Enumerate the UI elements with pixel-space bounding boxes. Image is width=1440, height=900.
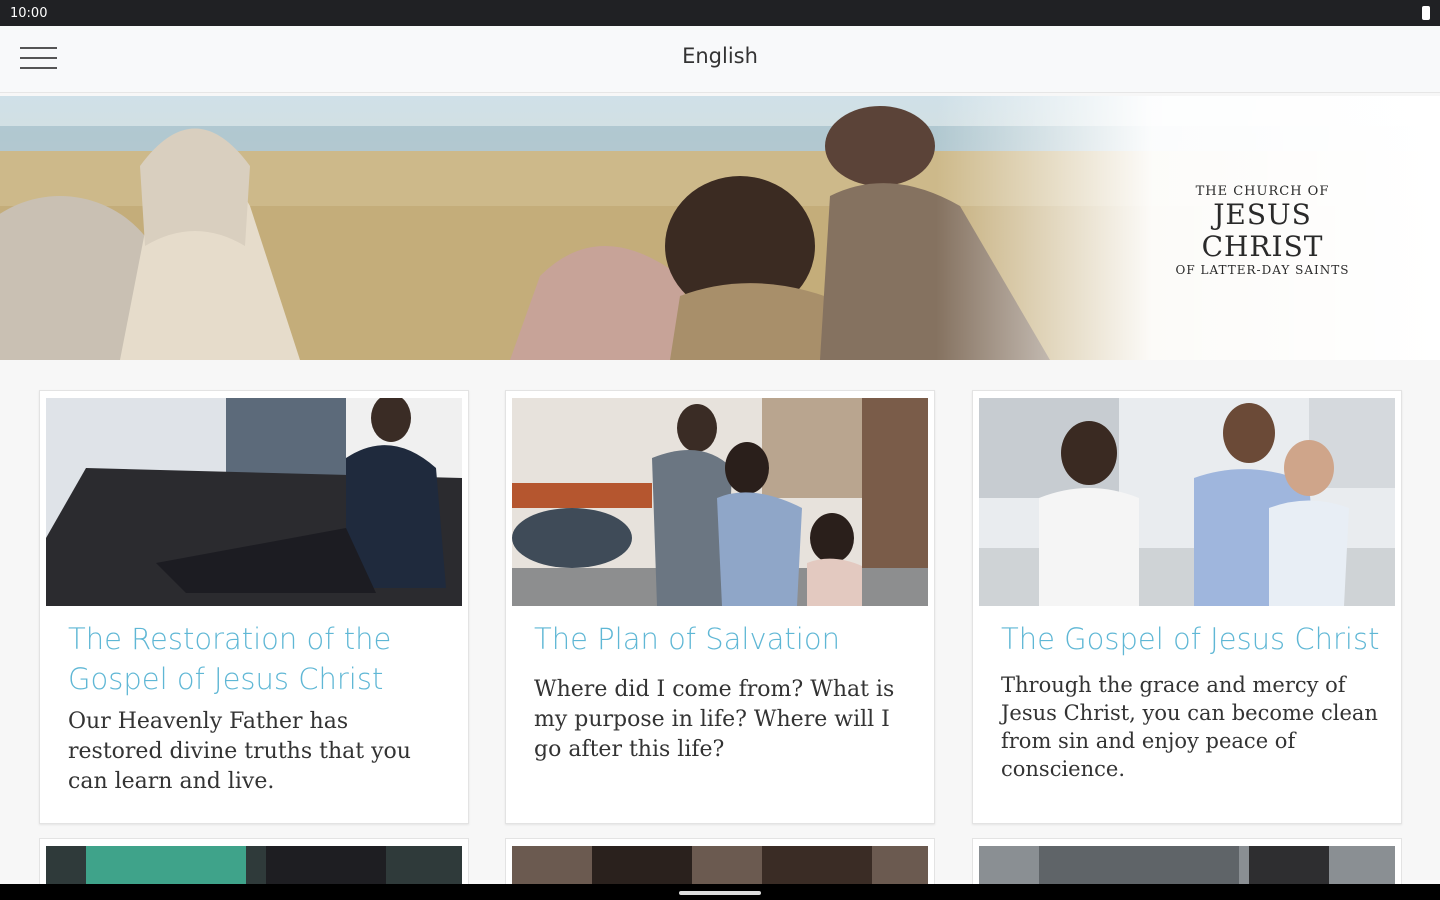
app-bar: English [0,26,1440,93]
card-image [979,846,1395,884]
card-plan-of-salvation[interactable]: The Plan of Salvation Where did I come f… [505,390,935,824]
card-image [46,846,462,884]
card-partial[interactable] [972,838,1402,884]
card-title: The Plan of Salvation [534,622,840,656]
card-image [46,398,462,606]
card-title: The Gospel of Jesus Christ [1001,622,1380,656]
card-partial[interactable] [505,838,935,884]
logo-top-text: THE CHURCH OF [1195,184,1330,199]
card-image [979,398,1395,606]
card-image [512,398,928,606]
card-description: Our Heavenly Father has restored divine … [68,709,411,794]
church-logo: THE CHURCH OF JESUS CHRIST OF LATTER-DAY… [1150,184,1375,277]
card-gospel-of-jesus-christ[interactable]: The Gospel of Jesus Christ Through the g… [972,390,1402,824]
card-restoration[interactable]: The Restoration of the Gospel of Jesus C… [39,390,469,824]
logo-main-text: JESUS CHRIST [1201,198,1324,263]
card-image [512,846,928,884]
card-partial[interactable] [39,838,469,884]
status-bar: 10:00 [0,0,1440,26]
card-title: The Restoration of the Gospel of Jesus C… [68,622,392,696]
logo-bottom-text: OF LATTER-DAY SAINTS [1175,263,1350,277]
card-description: Where did I come from? What is my purpos… [534,677,895,762]
home-indicator[interactable] [679,891,761,895]
app-screen: English THE CHURCH OF JESUS CHRIST OF LA… [0,26,1440,884]
system-nav-bar [0,884,1440,900]
status-time: 10:00 [10,6,48,21]
battery-icon [1422,6,1430,20]
card-description: Through the grace and mercy of Jesus Chr… [1001,673,1378,781]
hero-banner: THE CHURCH OF JESUS CHRIST OF LATTER-DAY… [0,96,1440,360]
language-title[interactable]: English [0,44,1440,68]
